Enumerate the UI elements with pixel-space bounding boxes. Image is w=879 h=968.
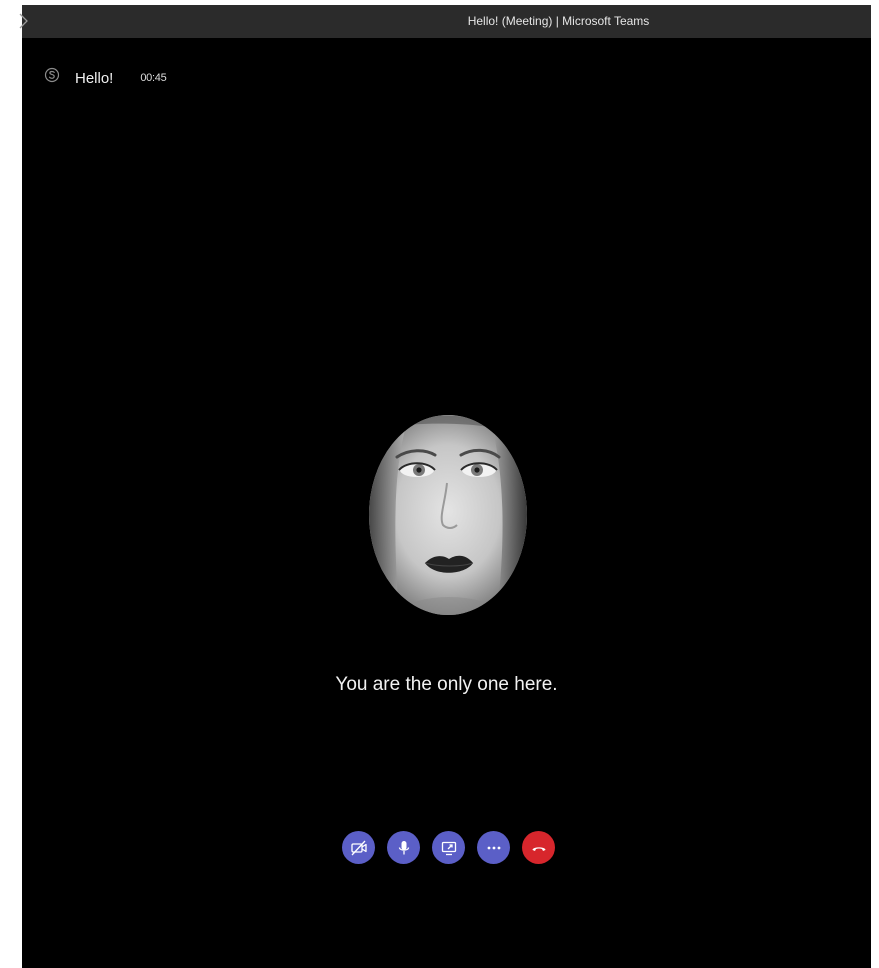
title-bar: Hello! (Meeting) | Microsoft Teams bbox=[19, 5, 871, 38]
more-options-button[interactable] bbox=[477, 831, 510, 864]
microphone-icon bbox=[395, 839, 413, 857]
call-controls bbox=[342, 831, 555, 864]
share-screen-button[interactable] bbox=[432, 831, 465, 864]
hang-up-icon bbox=[530, 839, 548, 857]
participant-avatar bbox=[369, 415, 527, 615]
meeting-timer: 00:45 bbox=[140, 72, 167, 84]
status-message: You are the only one here. bbox=[335, 674, 558, 695]
window-title: Hello! (Meeting) | Microsoft Teams bbox=[467, 14, 650, 28]
meeting-name: Hello! bbox=[75, 69, 114, 87]
meeting-window: Hello! (Meeting) | Microsoft Teams Hello… bbox=[19, 5, 871, 968]
camera-toggle-button[interactable] bbox=[342, 831, 375, 864]
share-screen-icon bbox=[440, 839, 458, 857]
hang-up-button[interactable] bbox=[522, 831, 555, 864]
skype-icon bbox=[44, 67, 60, 83]
more-icon bbox=[485, 839, 503, 857]
meeting-header: Hello! 00:45 bbox=[44, 65, 167, 91]
microphone-button[interactable] bbox=[387, 831, 420, 864]
video-off-icon bbox=[350, 839, 368, 857]
